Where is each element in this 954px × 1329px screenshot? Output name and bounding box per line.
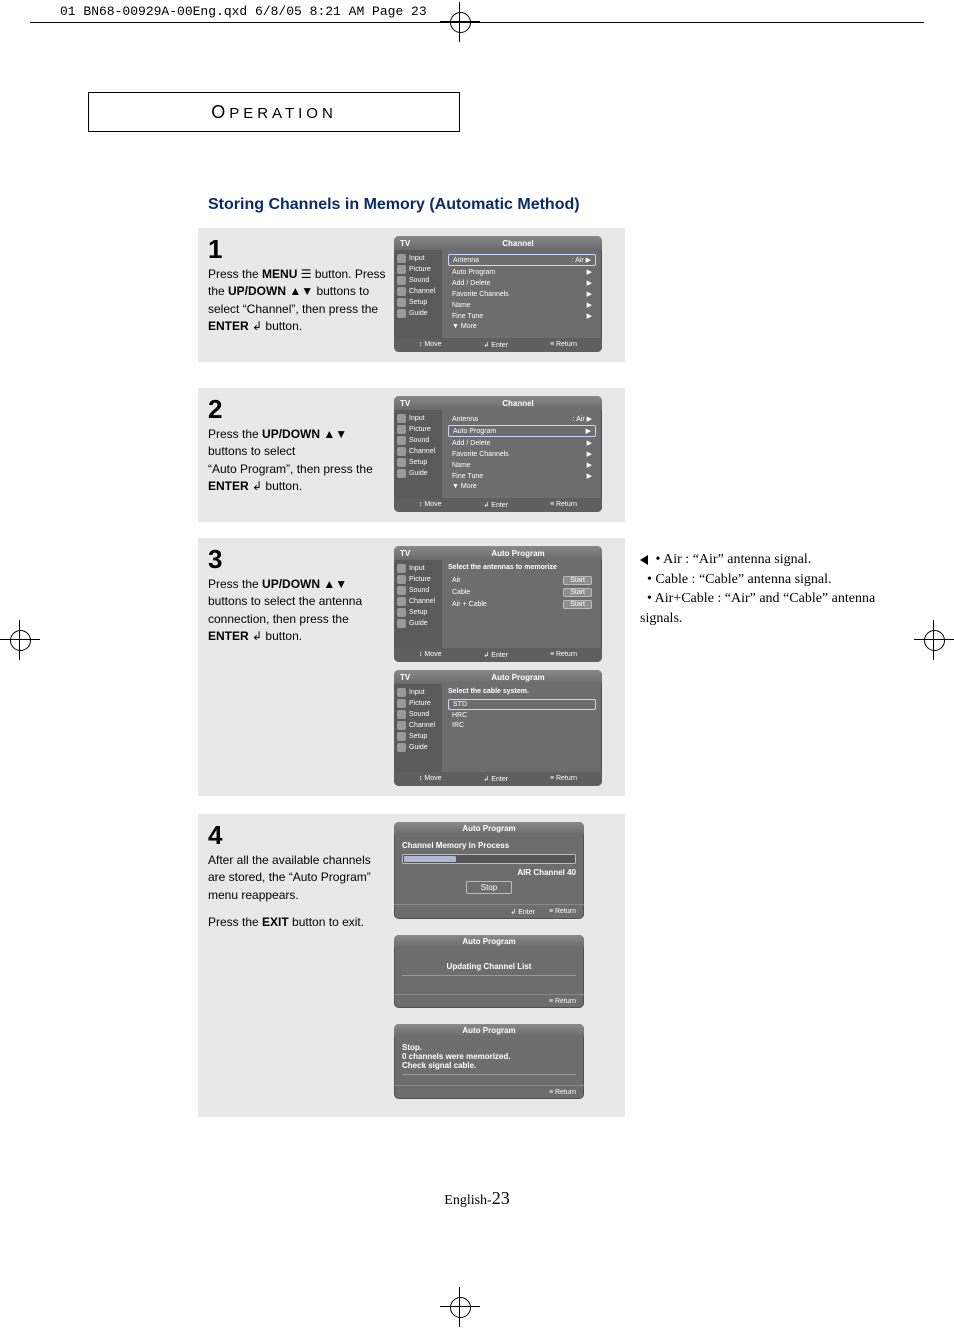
section-heading: PERATION bbox=[229, 105, 337, 122]
step-4-text-a: After all the available channels are sto… bbox=[208, 852, 388, 904]
osd-stop: Auto Program Stop. 0 channels were memor… bbox=[394, 1024, 584, 1099]
triangle-left-icon bbox=[640, 555, 648, 565]
crop-mark-left bbox=[0, 620, 40, 660]
crop-mark-right bbox=[914, 620, 954, 660]
osd-step3b: TVAuto Program Input Picture Sound Chann… bbox=[394, 670, 602, 786]
step-4: 4 After all the available channels are s… bbox=[198, 814, 625, 1117]
stop-button[interactable]: Stop bbox=[466, 881, 512, 894]
osd-step1: TVChannel Input Picture Sound Channel Se… bbox=[394, 236, 602, 352]
note-both: Air+Cable : “Air” and “Cable” antenna si… bbox=[640, 591, 875, 626]
side-note: • Air : “Air” antenna signal. • Cable : … bbox=[640, 550, 900, 628]
step-3: 3 Press the UP/DOWN ▲▼ buttons to select… bbox=[198, 538, 625, 796]
step-1: 1 Press the MENU ☰ button. Press the UP/… bbox=[198, 228, 625, 362]
osd-progress: Auto Program Channel Memory in Process A… bbox=[394, 822, 584, 919]
note-cable: Cable : “Cable” antenna signal. bbox=[655, 572, 831, 587]
note-air: Air : “Air” antenna signal. bbox=[663, 552, 811, 567]
qxd-header: 01 BN68-00929A-00Eng.qxd 6/8/05 8:21 AM … bbox=[60, 4, 427, 19]
step-2-text: Press the UP/DOWN ▲▼ buttons to select“A… bbox=[208, 426, 388, 496]
step-1-text: Press the MENU ☰ button. Press the UP/DO… bbox=[208, 266, 388, 336]
step-3-text: Press the UP/DOWN ▲▼ buttons to select t… bbox=[208, 576, 388, 646]
page-title: Storing Channels in Memory (Automatic Me… bbox=[208, 196, 580, 214]
top-rule bbox=[30, 22, 924, 23]
manual-page: 01 BN68-00929A-00Eng.qxd 6/8/05 8:21 AM … bbox=[0, 0, 954, 1329]
step-1-number: 1 bbox=[208, 236, 388, 262]
osd-step2: TVChannel Input Picture Sound Channel Se… bbox=[394, 396, 602, 512]
crop-mark-bottom bbox=[440, 1287, 480, 1327]
osd-updating: Auto Program Updating Channel List ≡ Ret… bbox=[394, 935, 584, 1008]
section-heading-box: OPERATION bbox=[88, 92, 460, 132]
step-3-number: 3 bbox=[208, 546, 388, 572]
step-4-number: 4 bbox=[208, 822, 388, 848]
step-2-number: 2 bbox=[208, 396, 388, 422]
step-4-text-b: Press the EXIT button to exit. bbox=[208, 914, 388, 931]
page-footer: English-23 bbox=[0, 1188, 954, 1209]
step-2: 2 Press the UP/DOWN ▲▼ buttons to select… bbox=[198, 388, 625, 522]
osd-step3a: TVAuto Program Input Picture Sound Chann… bbox=[394, 546, 602, 662]
